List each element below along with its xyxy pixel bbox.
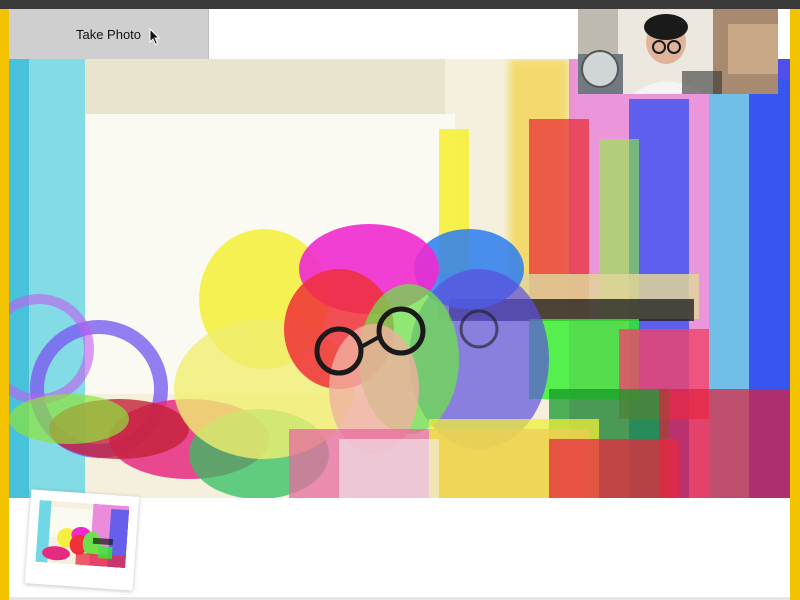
cursor-icon [149,28,161,46]
header-spacer [209,9,578,59]
webcam-image [578,9,778,94]
captured-photo-thumbnail[interactable] [24,489,140,591]
captured-photo-image [35,499,130,569]
camera-effect-preview[interactable] [9,59,790,498]
webcam-inset [578,9,778,94]
window-top-bar [0,0,800,9]
frame-border-left [0,9,9,600]
camera-effect-image [9,59,790,498]
take-photo-button[interactable]: Take Photo [9,9,209,59]
frame-border-right [790,9,800,600]
